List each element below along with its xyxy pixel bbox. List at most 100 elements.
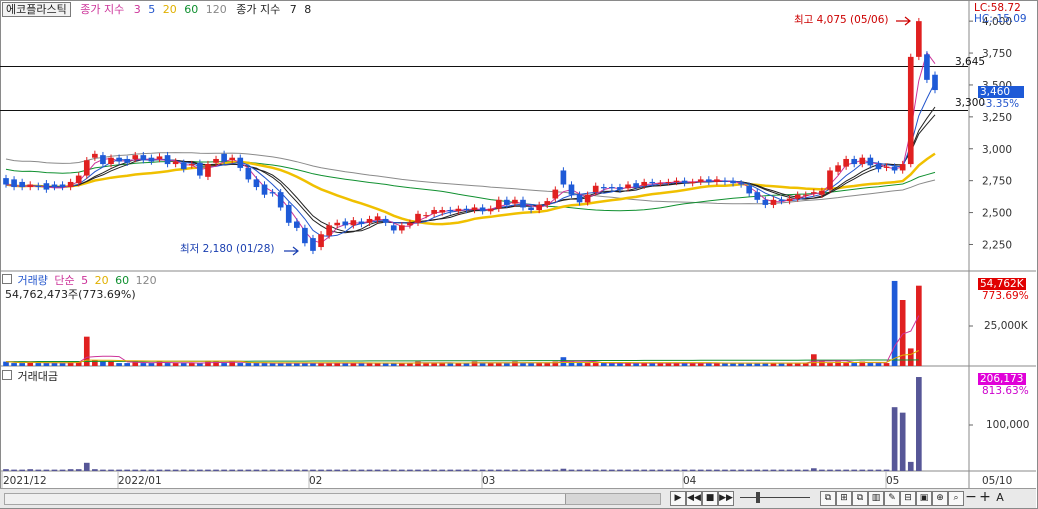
amount-bar [253, 469, 260, 471]
candle-body [835, 165, 841, 172]
zoom-out-icon[interactable]: − [964, 490, 978, 504]
amount-bar [689, 469, 696, 471]
amount-bar [859, 469, 866, 471]
overlay-icon[interactable]: ⧉ [852, 491, 868, 506]
amount-bar [180, 469, 187, 471]
candle-body [302, 227, 308, 244]
candle-body [665, 181, 672, 183]
volume-bar [600, 363, 607, 366]
candle-body [487, 208, 494, 212]
scroll-right-icon[interactable]: ▶ [670, 491, 686, 506]
candle-body [786, 198, 793, 202]
zoom-slider[interactable] [740, 497, 810, 498]
ma2-legend-label: 종가 지수 [236, 3, 281, 16]
amount-value-tag: 206,173 [978, 373, 1026, 385]
candle-body [794, 194, 801, 199]
volume-bar [536, 363, 542, 366]
candle-body [350, 220, 357, 226]
vol-ma-120: 120 [135, 274, 157, 287]
amount-bar [439, 469, 446, 471]
candle-body [205, 164, 211, 177]
amount-bar [536, 469, 542, 471]
candle-body [916, 21, 922, 57]
high-annotation: 최고 4,075 (05/06) [794, 14, 889, 26]
amount-bar [722, 469, 728, 471]
volume-toggle-box[interactable] [2, 274, 12, 284]
zoom-slider-handle[interactable] [756, 492, 760, 503]
volume-bar [827, 363, 833, 366]
price-tick-label: 2,750 [982, 176, 1012, 188]
volume-bar [221, 363, 227, 366]
amount-bar [697, 469, 704, 471]
candle-body [447, 210, 454, 212]
candle-body [334, 222, 341, 226]
zoom-plus-icon[interactable]: + [978, 490, 992, 504]
scroll-track[interactable] [4, 493, 661, 505]
last-page-icon[interactable]: ▶▶ [718, 491, 734, 506]
stock-name[interactable]: 에코플라스틱 [2, 2, 71, 17]
candle-body [11, 179, 17, 188]
search-icon[interactable]: ⌕ [948, 491, 964, 506]
volume-bar [495, 363, 502, 366]
pin-icon[interactable]: ✎ [884, 491, 900, 506]
ma-20: 20 [162, 3, 177, 16]
candle-body [479, 207, 486, 212]
amount-bar [827, 469, 833, 471]
line-high-label: 3,645 [955, 56, 986, 68]
amount-bar [326, 469, 332, 471]
amount-bar [83, 462, 90, 471]
candle-type-icon[interactable]: ▥ [868, 491, 884, 506]
grid-icon[interactable]: ⊞ [836, 491, 852, 506]
volume-axis-tick: 25,000K [984, 320, 1028, 332]
scroll-thumb[interactable] [565, 494, 660, 504]
ma-legend-label: 종가 지수 [80, 3, 125, 16]
amount-bar [302, 469, 308, 471]
amount-label: 거래대금 [17, 370, 58, 383]
candle-body [148, 157, 155, 162]
volume-bar [19, 363, 25, 366]
ma-120: 120 [205, 3, 227, 16]
amount-bar [229, 469, 236, 471]
volume-bar [916, 285, 922, 366]
amount-bar [407, 469, 413, 471]
first-page-icon[interactable]: ◀◀ [686, 491, 702, 506]
zoom-in-icon[interactable]: ⊕ [932, 491, 948, 506]
candle-body [318, 234, 324, 248]
amount-bar [423, 469, 429, 471]
candle-body [641, 181, 648, 186]
amount-toggle-box[interactable] [2, 370, 12, 380]
candle-body [827, 170, 833, 190]
candle-body [342, 221, 349, 226]
volume-bar [148, 363, 155, 366]
candle-body [883, 166, 890, 168]
candle-body [3, 178, 9, 185]
amount-bar [560, 468, 567, 471]
candle-body [197, 162, 203, 176]
ma-8: 8 [304, 3, 312, 16]
candle-body [221, 153, 227, 162]
price-chart-svg[interactable]: 4,0003,7503,5003,2503,0002,7502,5002,250 [0, 0, 1038, 509]
amount-bar [592, 469, 599, 471]
volume-bar [415, 361, 421, 366]
candle-body [617, 187, 623, 190]
font-size-icon[interactable]: A [993, 491, 1007, 504]
volume-bar [59, 363, 66, 366]
candle-body [172, 161, 179, 165]
amount-bar [512, 469, 518, 471]
candle-body [326, 225, 332, 236]
split-icon[interactable]: ⊟ [900, 491, 916, 506]
date-label-1: 2021/12 [3, 475, 47, 487]
candle-body [164, 155, 171, 165]
save-icon[interactable]: ▣ [916, 491, 932, 506]
amount-bar [431, 469, 437, 471]
compare-icon[interactable]: ⧉ [820, 491, 836, 506]
volume-bar [172, 363, 179, 366]
candle-body [600, 187, 607, 189]
amount-bar [657, 469, 664, 471]
stop-icon[interactable]: ■ [702, 491, 718, 506]
candle-body [762, 199, 769, 205]
volume-bar [867, 363, 874, 366]
candle-body [237, 157, 244, 168]
candle-body [390, 225, 397, 231]
candle-body [907, 56, 914, 165]
